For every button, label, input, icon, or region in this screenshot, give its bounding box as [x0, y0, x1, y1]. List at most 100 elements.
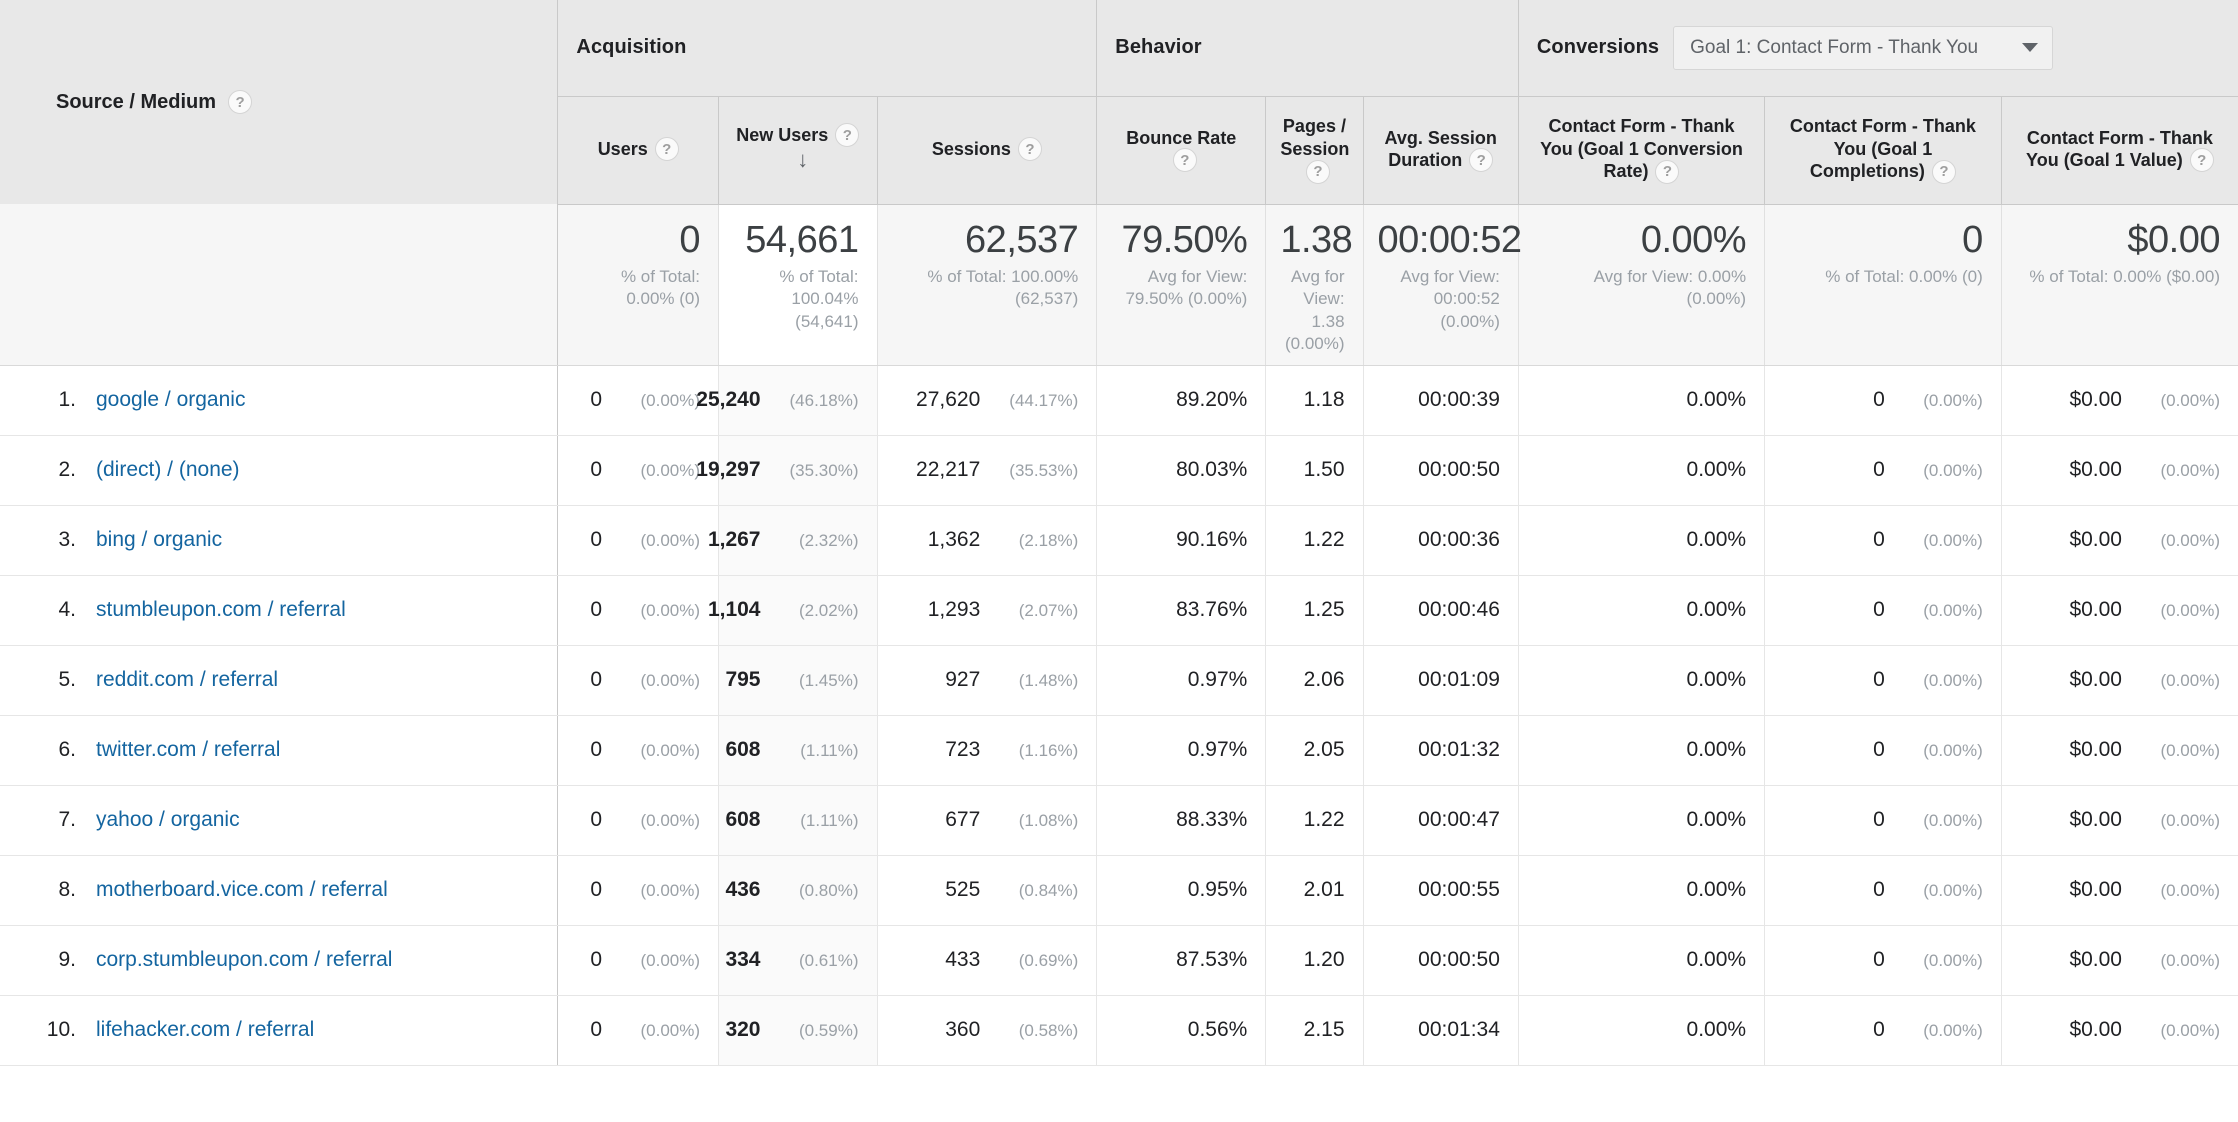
table-row[interactable]: 9. corp.stumbleupon.com / referral 0 (0.00%…	[0, 925, 2238, 996]
cell-value: 00:00:39	[1418, 388, 1500, 412]
cell-value: 0	[590, 668, 603, 692]
help-icon[interactable]: ?	[1655, 159, 1680, 184]
table-row[interactable]: 3. bing / organic 0 (0.00%) 1,267 (2.32%) 1,36…	[0, 505, 2238, 576]
table-row[interactable]: 5. reddit.com / referral 0 (0.00%) 795 (1.45%…	[0, 645, 2238, 716]
source-medium-link[interactable]: motherboard.vice.com / referral	[96, 878, 388, 901]
cell-percent: (0.00%)	[640, 461, 701, 481]
table-row[interactable]: 6. twitter.com / referral 0 (0.00%) 608 (1.11…	[0, 715, 2238, 786]
cell-value: 0	[1873, 738, 1885, 762]
bounce-rate-cell: 89.20%	[1096, 365, 1267, 436]
sort-descending-icon[interactable]: ↓	[797, 146, 808, 174]
goal-value-cell: $0.00 (0.00%)	[2001, 575, 2238, 646]
source-medium-link[interactable]: twitter.com / referral	[96, 738, 280, 761]
column-header-goal-conversion-rate-label: Contact Form - Thank You (Goal 1 Convers…	[1540, 116, 1743, 182]
column-header-users[interactable]: Users?	[557, 96, 720, 205]
source-medium-link[interactable]: bing / organic	[96, 528, 222, 551]
table-row[interactable]: 8. motherboard.vice.com / referral 0 (0.00%…	[0, 855, 2238, 926]
group-header-conversions: Conversions Goal 1: Contact Form - Thank…	[1518, 0, 2238, 97]
cell-value: $0.00	[2069, 808, 2122, 832]
cell-value: 89.20%	[1176, 388, 1248, 412]
goal-value-cell: $0.00 (0.00%)	[2001, 855, 2238, 926]
source-medium-link[interactable]: yahoo / organic	[96, 808, 240, 831]
cell-value: 25,240	[696, 388, 761, 412]
chevron-down-icon	[2022, 43, 2039, 53]
cell-percent: (0.61%)	[798, 951, 859, 971]
help-icon[interactable]: ?	[2189, 148, 2214, 173]
cell-value: 00:01:09	[1418, 668, 1500, 692]
summary-pages-session-value: 1.38	[1280, 218, 1353, 261]
source-medium-link[interactable]: corp.stumbleupon.com / referral	[96, 948, 392, 971]
goal-value-cell: $0.00 (0.00%)	[2001, 925, 2238, 996]
cell-percent: (0.00%)	[2160, 531, 2220, 551]
cell-percent: (0.00%)	[1923, 881, 1983, 901]
column-header-goal-completions[interactable]: Contact Form - Thank You (Goal 1 Complet…	[1764, 96, 2002, 205]
goal-conversion-rate-cell: 0.00%	[1518, 715, 1766, 786]
cell-percent: (0.00%)	[640, 811, 701, 831]
source-medium-link[interactable]: stumbleupon.com / referral	[96, 598, 346, 621]
users-cell: 0 (0.00%)	[557, 855, 720, 926]
summary-new-users-value: 54,661	[745, 218, 859, 261]
table-row[interactable]: 1. google / organic 0 (0.00%) 25,240 (46.18%)…	[0, 365, 2238, 436]
column-header-goal-value-label: Contact Form - Thank You (Goal 1 Value)	[2026, 127, 2213, 171]
table-row[interactable]: 4. stumbleupon.com / referral 0 (0.00%) 1,10…	[0, 575, 2238, 646]
summary-sessions-sub: % of Total: 100.00% (62,537)	[927, 267, 1079, 309]
source-medium-link[interactable]: lifehacker.com / referral	[96, 1018, 314, 1041]
pages-session-cell: 2.05	[1265, 715, 1364, 786]
cell-value: 0	[1873, 458, 1885, 482]
dimension-header-cell[interactable]: Source / Medium ?	[0, 0, 559, 204]
row-rank: 3.	[58, 528, 76, 552]
source-medium-cell: 5. reddit.com / referral	[0, 645, 559, 716]
row-rank: 6.	[58, 738, 76, 762]
cell-value: $0.00	[2069, 878, 2122, 902]
cell-percent: (0.00%)	[1923, 531, 1983, 551]
table-row[interactable]: 7. yahoo / organic 0 (0.00%) 608 (1.11%) 677 (1…	[0, 785, 2238, 856]
cell-value: 0	[590, 738, 603, 762]
source-medium-link[interactable]: reddit.com / referral	[96, 668, 278, 691]
help-icon[interactable]: ?	[1017, 137, 1042, 162]
goal-value-cell: $0.00 (0.00%)	[2001, 365, 2238, 436]
new-users-cell: 608 (1.11%)	[718, 715, 878, 786]
help-icon[interactable]: ?	[1172, 148, 1197, 173]
pages-session-cell: 1.22	[1265, 785, 1364, 856]
summary-goal-completions-sub: % of Total: 0.00% (0)	[1825, 267, 1983, 287]
goal-conversion-rate-cell: 0.00%	[1518, 785, 1766, 856]
summary-bounce-rate-cell: 79.50% Avg for View: 79.50% (0.00%)	[1096, 204, 1267, 366]
cell-value: 2.05	[1303, 738, 1345, 762]
cell-percent: (1.11%)	[800, 811, 859, 831]
cell-value: 608	[725, 808, 761, 832]
summary-goal-value-value: $0.00	[2127, 218, 2220, 261]
cell-percent: (0.00%)	[640, 391, 701, 411]
users-cell: 0 (0.00%)	[557, 785, 720, 856]
dimension-header-label: Source / Medium	[56, 90, 217, 113]
help-icon[interactable]: ?	[228, 90, 253, 114]
help-icon[interactable]: ?	[1305, 159, 1330, 184]
column-header-new-users[interactable]: New Users ? ↓	[718, 96, 878, 205]
column-header-sessions[interactable]: Sessions?	[877, 96, 1098, 205]
column-header-bounce-rate[interactable]: Bounce Rate?	[1096, 96, 1267, 205]
row-rank: 10.	[46, 1018, 76, 1042]
users-cell: 0 (0.00%)	[557, 505, 720, 576]
goal-select-dropdown[interactable]: Goal 1: Contact Form - Thank You	[1673, 25, 2054, 70]
new-users-cell: 19,297 (35.30%)	[696, 435, 878, 506]
column-header-goal-value[interactable]: Contact Form - Thank You (Goal 1 Value)?	[2001, 96, 2238, 205]
help-icon[interactable]: ?	[835, 123, 860, 148]
table-row[interactable]: 2. (direct) / (none) 0 (0.00%) 19,297 (35.30%…	[0, 435, 2238, 506]
table-row[interactable]: 10. lifehacker.com / referral 0 (0.00%) 320 (…	[0, 995, 2238, 1066]
source-medium-link[interactable]: (direct) / (none)	[96, 458, 240, 481]
source-medium-link[interactable]: google / organic	[96, 388, 245, 411]
avg-duration-cell: 00:00:50	[1363, 925, 1519, 996]
column-header-pages-session[interactable]: Pages / Session?	[1265, 96, 1364, 205]
column-header-sessions-label: Sessions	[931, 138, 1011, 159]
users-cell: 0 (0.00%)	[557, 575, 720, 646]
help-icon[interactable]: ?	[1931, 159, 1956, 184]
column-header-goal-conversion-rate[interactable]: Contact Form - Thank You (Goal 1 Convers…	[1518, 96, 1766, 205]
column-header-avg-session-duration[interactable]: Avg. Session Duration?	[1363, 96, 1519, 205]
goal-value-cell: $0.00 (0.00%)	[2001, 785, 2238, 856]
cell-value: 1,267	[707, 528, 761, 552]
help-icon[interactable]: ?	[1469, 148, 1494, 173]
help-icon[interactable]: ?	[654, 137, 679, 162]
source-medium-cell: 2. (direct) / (none)	[0, 435, 559, 506]
users-cell: 0 (0.00%)	[557, 715, 720, 786]
summary-new-users-sub: % of Total: 100.04% (54,641)	[779, 267, 859, 331]
pages-session-cell: 1.20	[1265, 925, 1364, 996]
